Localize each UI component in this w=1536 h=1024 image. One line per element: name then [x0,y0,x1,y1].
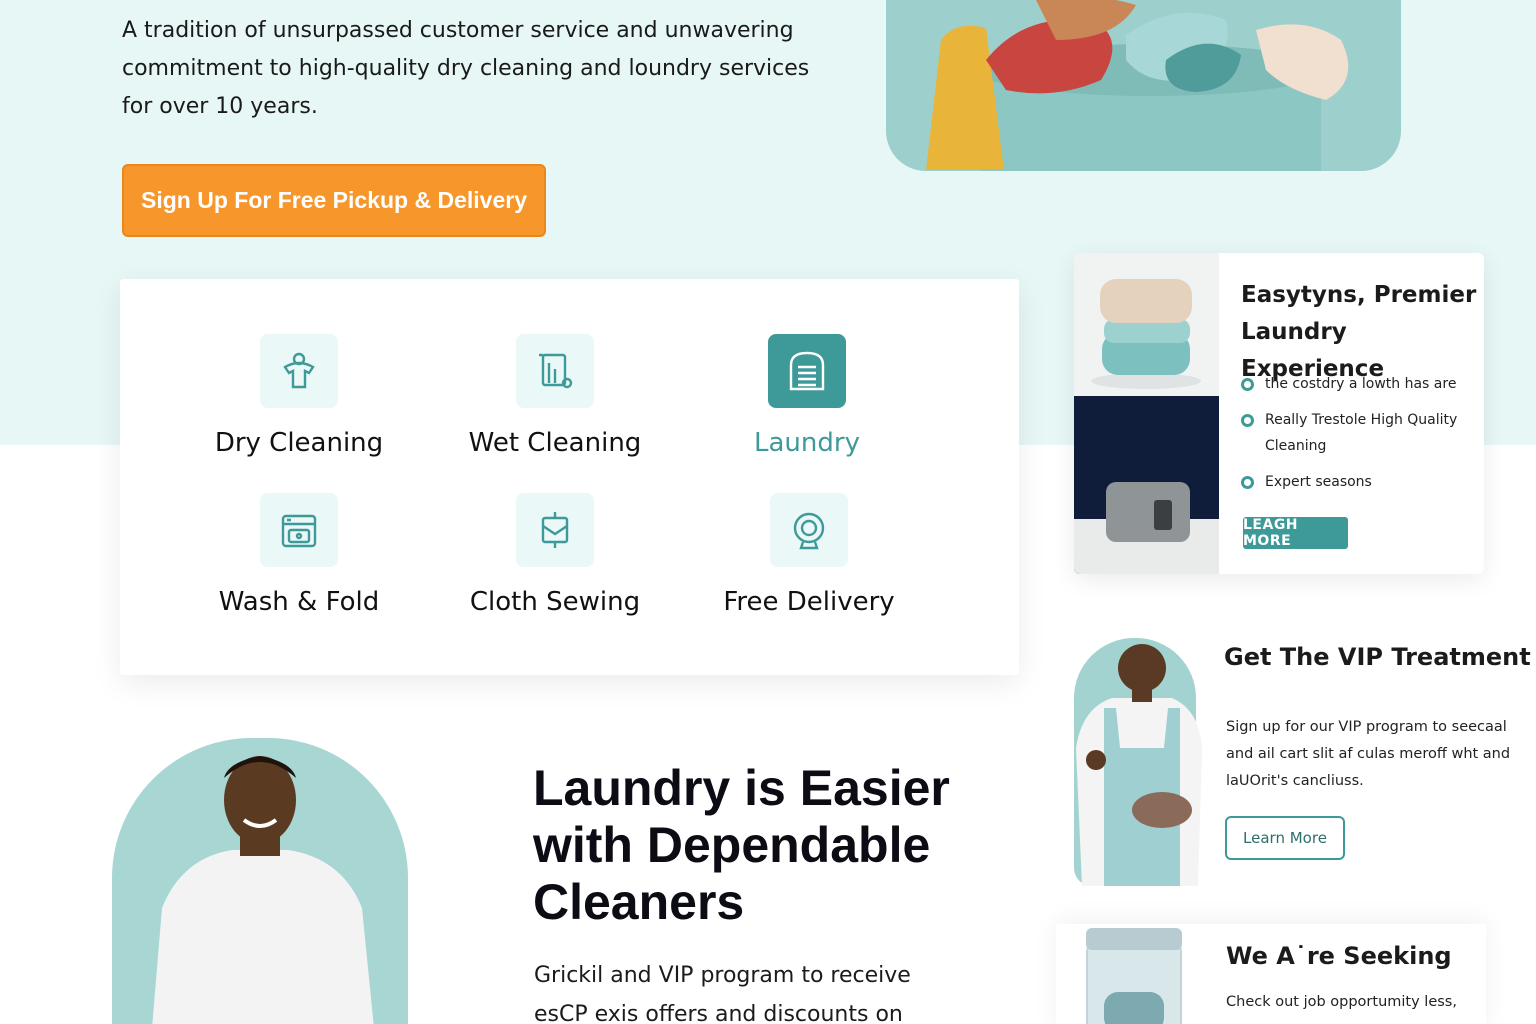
easier-heading: Laundry is Easier with Dependable Cleane… [533,760,950,930]
smiling-cleaner-image [112,738,408,1024]
service-wet-cleaning[interactable]: Wet Cleaning [440,334,670,458]
signup-pickup-button[interactable]: Sign Up For Free Pickup & Delivery [122,164,546,237]
service-laundry[interactable]: Laundry [692,334,922,458]
service-label: Wash & Fold [218,587,380,617]
premier-laundry-card: Easytyns, Premier Laundry Experience the… [1074,253,1484,574]
list-item: Really Trestole High Quality Cleaning [1241,407,1476,459]
vip-description: Sign up for our VIP program to seecaal a… [1226,719,1511,789]
easier-description: Grickil and VIP program to receive esCP … [534,963,911,1024]
service-wash-fold[interactable]: Wash & Fold [184,493,414,617]
laundry-basket-image [886,0,1401,171]
service-label: Cloth Sewing [469,587,641,617]
folded-towels-image [1074,253,1219,396]
fabric-block-image [1074,396,1219,574]
washing-machine-icon [260,493,338,567]
service-label: Dry Cleaning [214,428,384,458]
hero-description: A tradition of unsurpassed customer serv… [122,18,810,119]
jar-image [1086,928,1182,1024]
service-dry-cleaning[interactable]: Dry Cleaning [184,334,414,458]
dry-cleaning-icon [260,334,338,408]
vip-title: Get The VIP Treatment [1224,643,1531,671]
bullet-icon [1241,378,1254,391]
vip-staff-image [1062,638,1207,886]
premier-learn-more-button[interactable]: LEAGH MORE [1243,517,1348,549]
services-panel: Dry Cleaning Wet Cleaning Laundry Wash &… [120,279,1019,675]
seeking-title: We A˙re Seeking [1226,942,1452,970]
job-seeking-card: We A˙re Seeking Check out job opportumit… [1056,924,1486,1024]
delivery-icon [770,493,848,567]
seeking-description: Check out job opportumity less, [1226,994,1457,1010]
wet-cleaning-icon [516,334,594,408]
bullet-icon [1241,476,1254,489]
list-item: Expert seasons [1241,469,1476,495]
list-item: the costdry a lowth has are [1241,371,1476,397]
vip-learn-more-button[interactable]: Learn More [1225,816,1345,860]
service-label: Wet Cleaning [468,428,642,458]
service-label: Free Delivery [723,587,895,617]
service-cloth-sewing[interactable]: Cloth Sewing [440,493,670,617]
service-label: Laundry [754,428,860,458]
premier-feature-list: the costdry a lowth has are Really Trest… [1241,371,1476,505]
laundry-icon [768,334,846,408]
service-free-delivery[interactable]: Free Delivery [694,493,924,617]
sewing-icon [516,493,594,567]
bullet-icon [1241,414,1254,427]
